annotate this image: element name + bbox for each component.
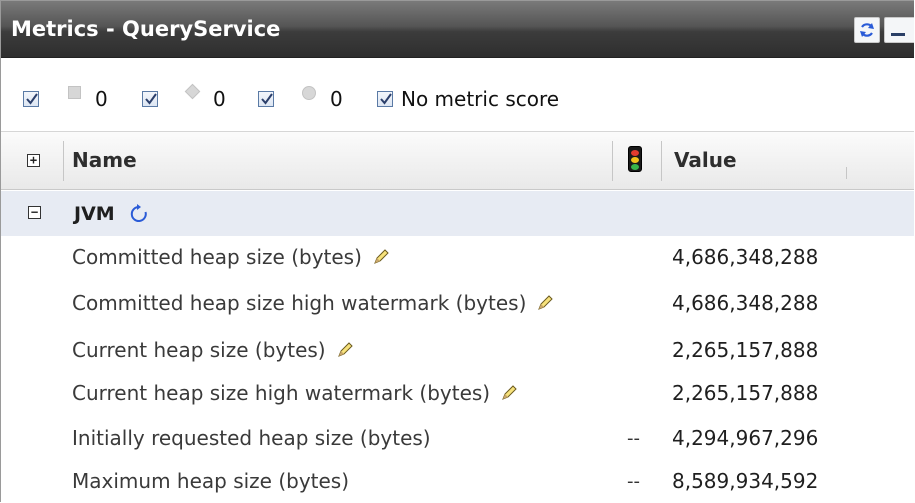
column-divider[interactable] (661, 141, 662, 181)
metric-value: 8,589,934,592 (672, 469, 819, 493)
metrics-panel: Metrics - QueryService 0 0 0 No metric s… (0, 0, 914, 502)
metric-name: Committed heap size (bytes) (72, 245, 390, 271)
minus-icon: − (30, 205, 39, 219)
pencil-icon[interactable] (536, 293, 554, 317)
pencil-icon[interactable] (500, 383, 518, 407)
square-score-icon (68, 86, 81, 99)
filter-diamond-checkbox[interactable] (142, 91, 158, 107)
pencil-icon[interactable] (372, 247, 390, 271)
plus-icon: + (29, 153, 38, 167)
collapse-jvm-button[interactable]: − (28, 206, 41, 219)
column-header-name[interactable]: Name (72, 148, 137, 172)
metric-name: Maximum heap size (bytes) (72, 469, 349, 493)
minimize-button[interactable] (884, 17, 914, 43)
metric-name-text: Current heap size high watermark (bytes) (72, 381, 491, 405)
metric-value: 4,686,348,288 (672, 291, 819, 315)
group-label: JVM (74, 203, 115, 225)
metric-value: 2,265,157,888 (672, 338, 819, 362)
refresh-icon (860, 23, 874, 37)
column-divider[interactable] (612, 141, 613, 181)
expand-all-button[interactable]: + (27, 154, 40, 167)
check-icon (380, 93, 392, 105)
metric-name: Current heap size high watermark (bytes) (72, 381, 518, 407)
metric-status: -- (627, 471, 640, 492)
pencil-icon[interactable] (336, 340, 354, 364)
check-icon (145, 93, 157, 105)
filter-circle-checkbox[interactable] (258, 91, 274, 107)
minimize-icon (891, 33, 905, 36)
column-header-value[interactable]: Value (674, 148, 737, 172)
filter-square-checkbox[interactable] (23, 91, 39, 107)
metric-name-text: Maximum heap size (bytes) (72, 469, 350, 493)
panel-title: Metrics - QueryService (11, 17, 281, 41)
metric-value: 4,686,348,288 (672, 245, 819, 269)
check-icon (261, 93, 273, 105)
metric-name-text: Initially requested heap size (bytes) (72, 426, 431, 450)
column-divider[interactable] (846, 167, 847, 179)
metric-name: Initially requested heap size (bytes) (72, 426, 431, 450)
metric-value: 2,265,157,888 (672, 381, 819, 405)
metric-name-text: Committed heap size (bytes) (72, 245, 362, 269)
metric-status: -- (627, 428, 640, 449)
metric-value: 4,294,967,296 (672, 426, 819, 450)
column-divider[interactable] (63, 141, 64, 181)
no-metric-score-label: No metric score (401, 87, 560, 111)
filter-square-count: 0 (95, 87, 108, 111)
metric-name-text: Committed heap size high watermark (byte… (72, 291, 527, 315)
table-header (1, 131, 914, 190)
check-icon (26, 93, 38, 105)
no-metric-score-checkbox[interactable] (377, 91, 393, 107)
filter-circle-count: 0 (330, 87, 343, 111)
metric-name: Committed heap size high watermark (byte… (72, 291, 554, 317)
metric-name: Current heap size (bytes) (72, 338, 354, 364)
filter-diamond-count: 0 (213, 87, 226, 111)
metric-name-text: Current heap size (bytes) (72, 338, 326, 362)
refresh-icon[interactable] (129, 204, 149, 224)
traffic-light-icon (628, 146, 642, 172)
refresh-button[interactable] (854, 17, 880, 43)
circle-score-icon (302, 86, 316, 100)
